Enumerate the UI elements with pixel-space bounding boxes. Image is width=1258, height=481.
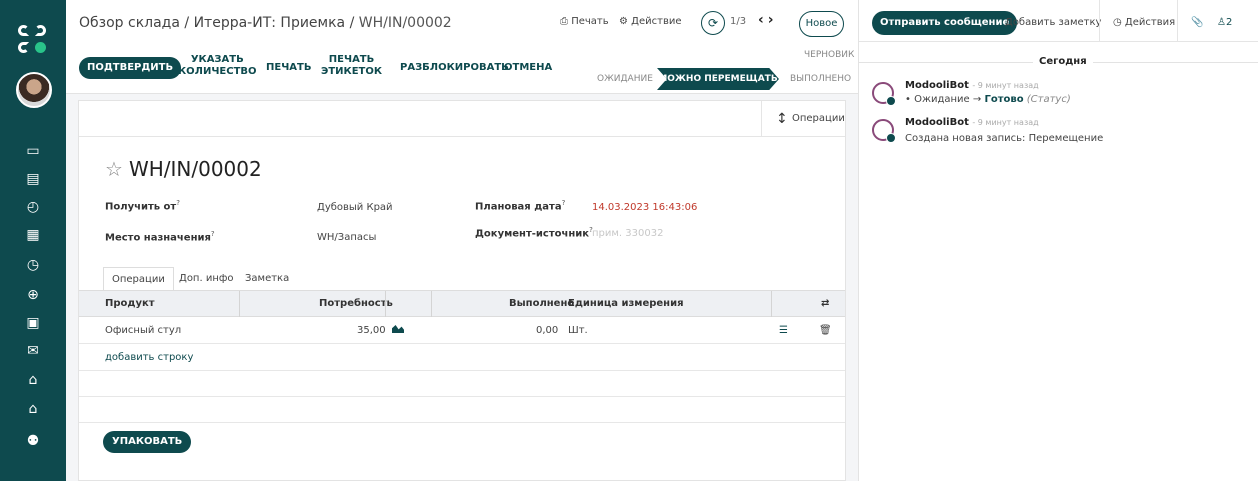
- calendar-icon[interactable]: ▦: [24, 226, 42, 244]
- forecast-chart-icon[interactable]: [392, 318, 404, 344]
- cell-product[interactable]: Офисный стул: [105, 318, 181, 344]
- discuss-icon[interactable]: ▭: [24, 142, 42, 160]
- column-demand[interactable]: Потребность: [319, 291, 393, 317]
- documents-icon[interactable]: ▤: [24, 170, 42, 188]
- control-panel: Обзор склада / Итерра-ИТ: Приемка / WH/I…: [66, 0, 858, 94]
- warehouse-icon[interactable]: ⌂: [24, 400, 42, 418]
- print-button[interactable]: ПЕЧАТЬ: [266, 62, 311, 74]
- add-line-link[interactable]: добавить строку: [105, 345, 193, 371]
- cell-demand[interactable]: 35,00: [357, 318, 386, 344]
- trash-icon[interactable]: 🗑: [819, 318, 832, 344]
- status-draft[interactable]: ЧЕРНОВИК: [804, 50, 854, 60]
- user-icon: ♙: [1217, 17, 1226, 28]
- record-title: ☆ WH/IN/00002: [105, 157, 262, 181]
- source-document-label: Документ-источник?: [475, 226, 593, 240]
- app-sidebar: ▭ ▤ ◴ ▦ ◷ ⊕ ▣ ✉ ⌂ ⌂ ⚉: [0, 0, 66, 481]
- cell-uom[interactable]: Шт.: [568, 318, 588, 344]
- globe-icon[interactable]: ⊕: [24, 286, 42, 304]
- action-menu[interactable]: ⚙ Действие: [619, 16, 682, 27]
- button-box: ↕ Операции: [79, 101, 845, 137]
- destination-label: Место назначения?: [105, 230, 215, 244]
- cancel-button[interactable]: ОТМЕНА: [504, 62, 552, 74]
- cell-done[interactable]: 0,00: [536, 318, 558, 344]
- breadcrumb-item[interactable]: Итерра-ИТ: Приемка: [194, 15, 346, 31]
- form-sheet: ↕ Операции ☆ WH/IN/00002 Получить от? Дуб…: [78, 100, 846, 481]
- print-menu[interactable]: ⎙ Печать: [560, 16, 609, 27]
- bot-avatar[interactable]: [872, 82, 896, 106]
- team-icon[interactable]: ⚉: [24, 432, 42, 450]
- destination-field[interactable]: WH/Запасы: [317, 232, 376, 243]
- source-document-field[interactable]: прим. 330032: [592, 228, 663, 239]
- table-row-empty: [79, 397, 845, 423]
- message-author: ModooliBot - 9 минут назад: [905, 80, 1039, 91]
- printer-icon: ⎙: [560, 16, 568, 27]
- tab-note[interactable]: Заметка: [237, 267, 297, 291]
- clock-icon: ◷: [1113, 17, 1122, 28]
- set-quantities-button[interactable]: УКАЗАТЬ КОЛИЧЕСТВО: [178, 54, 257, 78]
- pack-button[interactable]: УПАКОВАТЬ: [103, 431, 192, 453]
- inbox-icon[interactable]: ✉: [24, 342, 42, 360]
- column-divider: [431, 291, 432, 317]
- scheduled-date-label: Плановая дата?: [475, 199, 566, 213]
- date-label: Сегодня: [1033, 56, 1093, 67]
- chatter-divider: [1177, 0, 1178, 42]
- scheduled-date-field[interactable]: 14.03.2023 16:43:06: [592, 202, 697, 213]
- confirm-button[interactable]: ПОДТВЕРДИТЬ: [79, 57, 182, 79]
- activities-button[interactable]: ◷ Действия: [1113, 17, 1175, 28]
- bot-avatar[interactable]: [872, 119, 896, 143]
- refresh-icon[interactable]: ⟳: [701, 11, 725, 35]
- followers-button[interactable]: ♙2: [1217, 17, 1232, 28]
- status-waiting[interactable]: ОЖИДАНИЕ: [597, 68, 653, 90]
- breadcrumb-item[interactable]: Обзор склада: [79, 15, 180, 31]
- table-row-empty: [79, 371, 845, 397]
- pager-arrows: ‹›: [758, 12, 778, 28]
- add-note-button[interactable]: Добавить заметку: [1005, 17, 1101, 28]
- receive-from-label: Получить от?: [105, 199, 180, 213]
- chatter-topbar: Отправить сообщение Добавить заметку ◷ Д…: [859, 0, 1258, 42]
- print-labels-button[interactable]: ПЕЧАТЬ ЭТИКЕТОК: [321, 54, 382, 78]
- chevron-left-icon[interactable]: ‹: [758, 12, 768, 28]
- arrows-vertical-icon: ↕: [776, 111, 788, 127]
- chatter-panel: Отправить сообщение Добавить заметку ◷ Д…: [858, 0, 1258, 481]
- table-header: Продукт Потребность Выполнено Единица из…: [79, 291, 845, 317]
- home-icon[interactable]: ⌂: [24, 371, 42, 389]
- column-done[interactable]: Выполнено: [509, 291, 574, 317]
- new-button[interactable]: Новое: [799, 11, 844, 37]
- column-divider: [771, 291, 772, 317]
- invoice-icon[interactable]: ▣: [24, 314, 42, 332]
- details-list-icon[interactable]: ☰: [779, 318, 788, 344]
- tab-operations[interactable]: Операции: [103, 267, 174, 291]
- pager-value[interactable]: 1/3: [730, 16, 746, 27]
- app-logo[interactable]: [18, 25, 46, 53]
- unlock-button[interactable]: РАЗБЛОКИРОВАТЬ: [400, 62, 509, 74]
- tab-extra-info[interactable]: Доп. инфо: [171, 267, 242, 291]
- message-author: ModooliBot - 9 минут назад: [905, 117, 1039, 128]
- column-uom[interactable]: Единица измерения: [568, 291, 684, 317]
- chatter-divider: [1099, 0, 1100, 42]
- star-icon[interactable]: ☆: [105, 157, 123, 181]
- paperclip-icon[interactable]: 📎: [1191, 17, 1203, 28]
- clock-icon[interactable]: ◷: [24, 256, 42, 274]
- gear-icon: ⚙: [619, 16, 628, 27]
- chevron-right-icon[interactable]: ›: [768, 12, 778, 28]
- send-message-button[interactable]: Отправить сообщение: [872, 11, 1018, 35]
- dashboard-icon[interactable]: ◴: [24, 198, 42, 216]
- optional-columns-icon[interactable]: ⇄: [821, 291, 829, 317]
- column-divider: [385, 291, 386, 317]
- receive-from-field[interactable]: Дубовый Край: [317, 202, 393, 213]
- status-done[interactable]: ВЫПОЛНЕНО: [790, 68, 851, 90]
- table-row[interactable]: Офисный стул 35,00 0,00 Шт. ☰ 🗑: [79, 318, 845, 344]
- breadcrumb: Обзор склада / Итерра-ИТ: Приемка / WH/I…: [79, 15, 452, 31]
- main-panel: Обзор склада / Итерра-ИТ: Приемка / WH/I…: [66, 0, 858, 481]
- status-ready[interactable]: МОЖНО ПЕРЕМЕЩАТЬ: [657, 68, 779, 90]
- message-body: • Ожидание → Готово (Статус): [905, 94, 1071, 105]
- operations-smart-button[interactable]: ↕ Операции: [761, 101, 845, 137]
- user-avatar[interactable]: [16, 72, 52, 108]
- add-line-row: добавить строку: [79, 345, 845, 371]
- message-body: Создана новая запись: Перемещение: [905, 133, 1104, 144]
- column-product[interactable]: Продукт: [105, 291, 155, 317]
- breadcrumb-current: WH/IN/00002: [358, 15, 452, 31]
- column-divider: [239, 291, 240, 317]
